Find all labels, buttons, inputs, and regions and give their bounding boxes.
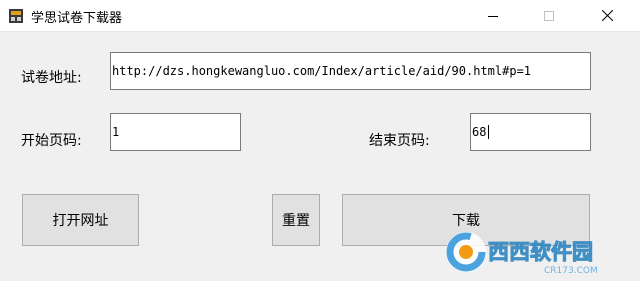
close-icon	[601, 10, 613, 21]
close-button[interactable]	[584, 0, 630, 31]
url-label: 试卷地址:	[21, 70, 82, 86]
end-page-label: 结束页码:	[369, 133, 430, 149]
text-caret	[488, 125, 489, 139]
minimize-icon	[488, 15, 498, 17]
cr173-watermark-logo: 西西软件园 CR173.COM	[446, 232, 598, 276]
maximize-button[interactable]	[526, 0, 572, 31]
window-title: 学思试卷下载器	[31, 11, 123, 26]
start-page-label: 开始页码:	[21, 133, 82, 149]
open-url-button[interactable]: 打开网址	[22, 194, 139, 246]
svg-text:西西软件园: 西西软件园	[488, 240, 593, 264]
title-bar[interactable]: 学思试卷下载器	[0, 0, 640, 32]
downloader-app-icon	[9, 9, 23, 23]
url-input[interactable]	[110, 52, 591, 90]
svg-text:CR173.COM: CR173.COM	[544, 266, 598, 276]
start-page-input[interactable]	[110, 113, 241, 151]
maximize-icon	[544, 10, 554, 21]
minimize-button[interactable]	[470, 0, 516, 31]
reset-button[interactable]: 重置	[272, 194, 320, 246]
